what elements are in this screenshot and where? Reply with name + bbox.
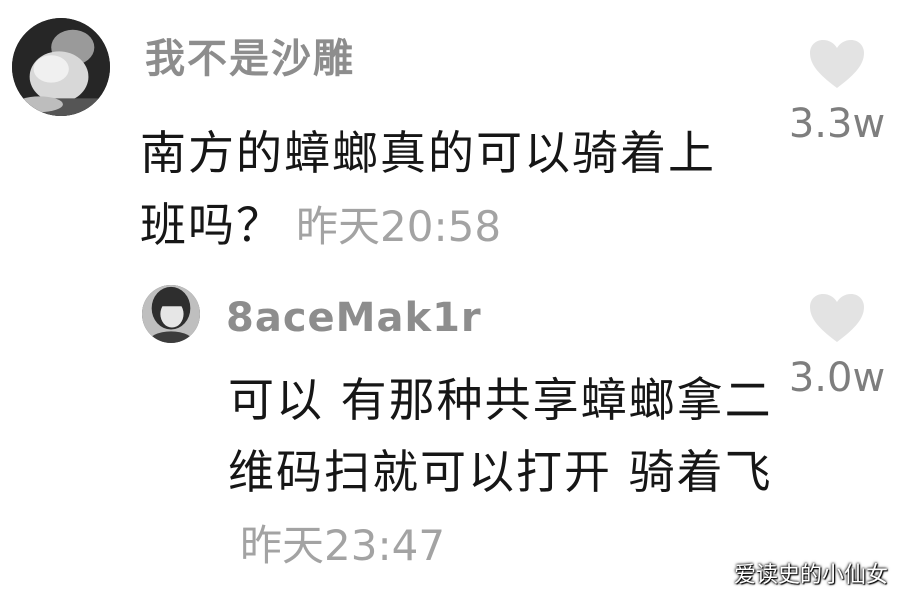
heart-icon [810, 40, 864, 88]
reply-like-button[interactable]: 3.0w [782, 292, 892, 412]
reply-username[interactable]: 8aceMak1r [226, 294, 482, 342]
comment-avatar[interactable] [12, 18, 110, 116]
heart-icon [810, 294, 864, 342]
reply-text: 可以 有那种共享蟑螂拿二维码扫就可以打开 骑着飞 [228, 373, 773, 499]
comment-username[interactable]: 我不是沙雕 [145, 34, 355, 84]
avatar-photo-icon [142, 285, 200, 343]
comment-body: 南方的蟑螂真的可以骑着上班吗？ 昨天20:58 [140, 117, 740, 263]
reply-avatar[interactable] [142, 285, 200, 343]
comment-thread: 我不是沙雕 南方的蟑螂真的可以骑着上班吗？ 昨天20:58 3.3w 8aceMa… [0, 0, 898, 596]
comment-like-button[interactable]: 3.3w [782, 38, 892, 158]
reply-body: 可以 有那种共享蟑螂拿二维码扫就可以打开 骑着飞昨天23:47 [228, 364, 788, 582]
avatar-photo-icon [12, 18, 110, 116]
comment-timestamp: 昨天20:58 [296, 202, 502, 251]
reply-timestamp: 昨天23:47 [240, 521, 446, 570]
reply-like-count: 3.0w [788, 355, 886, 401]
comment-like-count: 3.3w [788, 101, 886, 147]
watermark: 爱读史的小仙女 [733, 563, 888, 588]
